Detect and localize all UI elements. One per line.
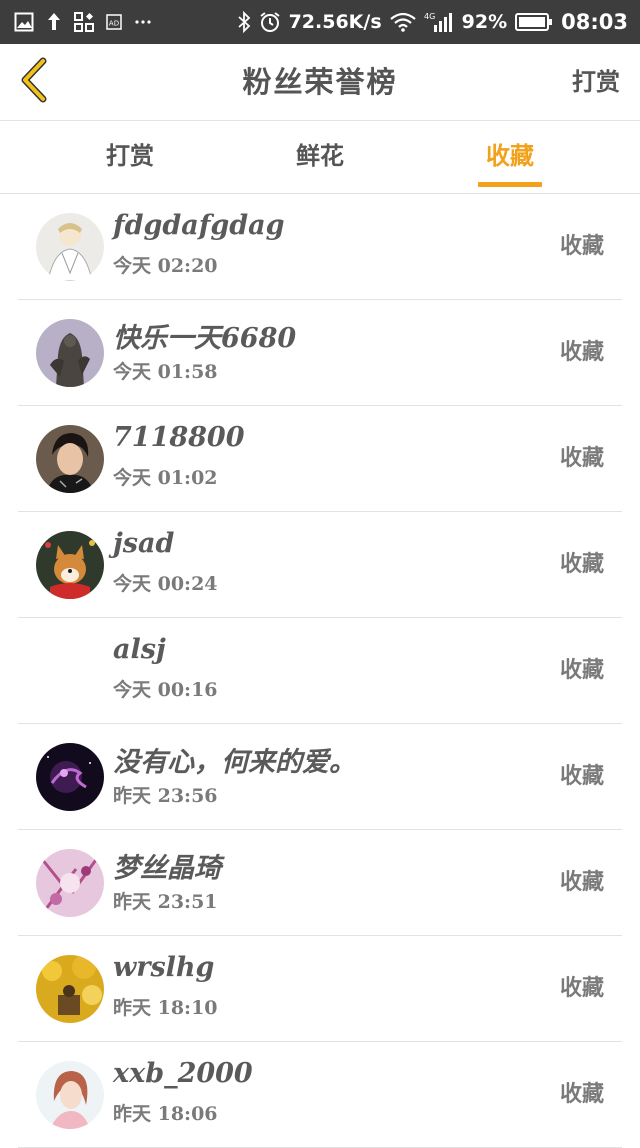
username: 7118800: [113, 422, 245, 453]
list-item[interactable]: 没有心，何来的爱。 昨天 23:56 收藏: [18, 724, 622, 830]
list-item[interactable]: jsad 今天 00:24 收藏: [18, 512, 622, 618]
tab-active-indicator: [478, 182, 542, 187]
list-item[interactable]: alsj 今天 00:16 收藏: [18, 618, 622, 724]
svg-text:AD: AD: [109, 20, 119, 28]
image-icon: [14, 12, 34, 32]
favorite-tag: 收藏: [559, 445, 604, 471]
svg-text:4G: 4G: [424, 12, 435, 21]
bluetooth-icon: [237, 11, 251, 33]
timestamp: 今天 01:58: [113, 361, 218, 383]
avatar: [36, 425, 104, 493]
favorite-tag: 收藏: [559, 339, 604, 365]
list-item[interactable]: 快乐一天6680 今天 01:58 收藏: [18, 300, 622, 406]
tab-label: 鲜花: [296, 141, 344, 170]
page-title: 粉丝荣誉榜: [242, 65, 398, 99]
status-bar-right: 72.56K/s 4G 92% 08:03: [237, 0, 628, 44]
avatar: [36, 743, 104, 811]
avatar: [36, 849, 104, 917]
list-item[interactable]: xxb_2000 昨天 18:06 收藏: [18, 1042, 622, 1148]
favorite-tag: 收藏: [559, 763, 604, 789]
tab-favorites[interactable]: 收藏: [440, 121, 580, 193]
avatar: [36, 955, 104, 1023]
status-time: 08:03: [561, 10, 628, 34]
favorite-tag: 收藏: [559, 975, 604, 1001]
username: wrslhg: [113, 952, 215, 983]
username: jsad: [113, 528, 175, 559]
username: 快乐一天6680: [113, 323, 297, 354]
tab-bar: 打赏 鲜花 收藏: [0, 121, 640, 194]
timestamp: 今天 02:20: [113, 255, 218, 277]
username: xxb_2000: [113, 1058, 253, 1089]
avatar: [36, 1061, 104, 1129]
timestamp: 昨天 23:51: [113, 891, 218, 913]
apps-icon: [74, 12, 94, 32]
timestamp: 今天 01:02: [113, 467, 218, 489]
fan-list: fdgdafgdag 今天 02:20 收藏 快乐一天6680 今天 01:58…: [18, 194, 622, 1148]
battery-percent: 92%: [461, 11, 508, 33]
favorite-tag: 收藏: [559, 1081, 604, 1107]
avatar: [36, 319, 104, 387]
battery-icon: [515, 12, 553, 32]
favorite-tag: 收藏: [559, 657, 604, 683]
list-item[interactable]: 7118800 今天 01:02 收藏: [18, 406, 622, 512]
list-item[interactable]: wrslhg 昨天 18:10 收藏: [18, 936, 622, 1042]
timestamp: 昨天 18:10: [113, 997, 218, 1019]
avatar: [36, 531, 104, 599]
username: 没有心，何来的爱。: [113, 747, 356, 778]
timestamp: 昨天 23:56: [113, 785, 218, 807]
tab-flowers[interactable]: 鲜花: [250, 121, 390, 193]
ad-icon: AD: [106, 14, 122, 30]
alarm-icon: [259, 11, 281, 33]
wifi-icon: [389, 12, 416, 32]
favorite-tag: 收藏: [559, 869, 604, 895]
favorite-tag: 收藏: [559, 233, 604, 259]
avatar: [36, 213, 104, 281]
reward-button[interactable]: 打赏: [572, 44, 620, 120]
more-icon: [134, 19, 152, 25]
username: fdgdafgdag: [113, 210, 285, 241]
avatar: [36, 637, 104, 705]
network-speed: 72.56K/s: [288, 11, 382, 33]
list-item[interactable]: 梦丝晶琦 昨天 23:51 收藏: [18, 830, 622, 936]
username: 梦丝晶琦: [113, 853, 221, 884]
status-bar: AD 72.56K/s 4G 92% 08:03: [0, 0, 640, 44]
username: alsj: [113, 634, 166, 665]
upload-icon: [46, 11, 62, 33]
status-bar-left: AD: [14, 0, 152, 44]
tab-reward[interactable]: 打赏: [60, 121, 200, 193]
timestamp: 今天 00:24: [113, 573, 218, 595]
timestamp: 昨天 18:06: [113, 1103, 218, 1125]
list-item[interactable]: fdgdafgdag 今天 02:20 收藏: [18, 194, 622, 300]
app-header: 粉丝荣誉榜 打赏: [0, 44, 640, 121]
tab-label: 收藏: [486, 141, 534, 170]
tab-label: 打赏: [106, 141, 154, 170]
timestamp: 今天 00:16: [113, 679, 218, 701]
signal-icon: 4G: [424, 11, 454, 33]
favorite-tag: 收藏: [559, 551, 604, 577]
